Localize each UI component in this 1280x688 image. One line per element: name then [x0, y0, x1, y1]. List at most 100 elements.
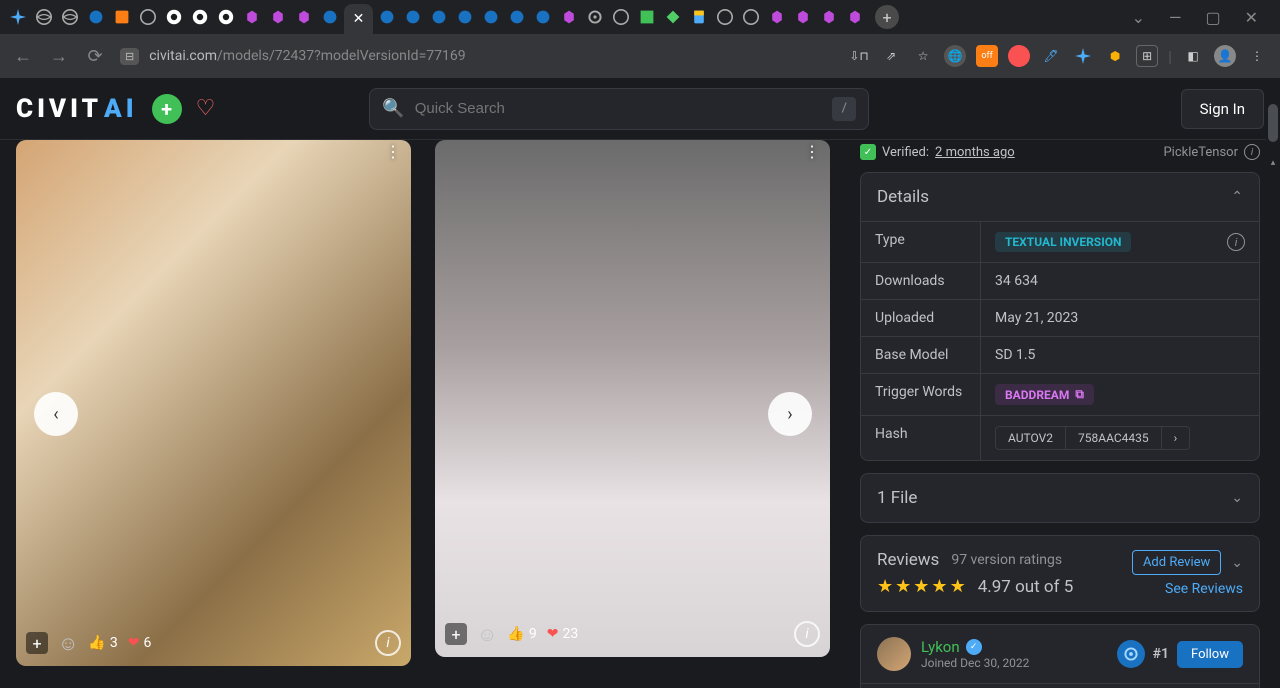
- scrollbar-thumb[interactable]: [1268, 104, 1278, 142]
- info-icon[interactable]: i: [1244, 144, 1260, 160]
- add-review-button[interactable]: Add Review: [1132, 550, 1221, 575]
- tab-favicon[interactable]: [136, 5, 160, 29]
- tab-favicon[interactable]: [479, 5, 503, 29]
- tab-favicon[interactable]: [635, 5, 659, 29]
- smile-icon[interactable]: ☺: [58, 631, 78, 656]
- site-info-icon[interactable]: ⊟: [120, 48, 139, 65]
- add-reaction-button[interactable]: +: [26, 632, 48, 654]
- search-box[interactable]: 🔍 /: [369, 88, 869, 130]
- ext-icon[interactable]: off: [976, 45, 998, 67]
- info-button[interactable]: i: [375, 630, 401, 656]
- chevron-down-icon[interactable]: ⌄: [1231, 555, 1243, 571]
- back-button[interactable]: ←: [12, 46, 34, 67]
- sidepanel-icon[interactable]: ◧: [1182, 45, 1204, 67]
- trigger-word-badge[interactable]: BADDREAM⧉: [995, 384, 1094, 405]
- see-reviews-link[interactable]: See Reviews: [1165, 581, 1243, 597]
- tab-favicon[interactable]: [427, 5, 451, 29]
- tab-favicon[interactable]: [32, 5, 56, 29]
- ext-icon[interactable]: [1072, 45, 1094, 67]
- window-maximize-icon[interactable]: ▢: [1205, 8, 1220, 27]
- tab-favicon[interactable]: [6, 5, 30, 29]
- gallery-card[interactable]: ⋮ + ☺ 👍9 ❤23 i: [435, 140, 830, 657]
- tab-favicon[interactable]: [765, 5, 789, 29]
- ext-icon[interactable]: [1008, 45, 1030, 67]
- extensions-icon[interactable]: ⊞: [1136, 45, 1158, 67]
- add-reaction-button[interactable]: +: [445, 623, 467, 645]
- hash-expand-icon[interactable]: ›: [1162, 427, 1190, 449]
- tab-favicon[interactable]: [453, 5, 477, 29]
- tab-favicon[interactable]: [214, 5, 238, 29]
- tab-favicon[interactable]: [110, 5, 134, 29]
- bookmark-icon[interactable]: ☆: [912, 45, 934, 67]
- tab-favicon[interactable]: [609, 5, 633, 29]
- panel-title: Details: [877, 187, 929, 207]
- tab-search-icon[interactable]: ⌄: [1132, 8, 1145, 27]
- gallery-next-button[interactable]: ›: [768, 392, 812, 436]
- tab-favicon[interactable]: [58, 5, 82, 29]
- window-close-icon[interactable]: ✕: [1245, 8, 1258, 27]
- tab-favicon[interactable]: [557, 5, 581, 29]
- tab-favicon[interactable]: [505, 5, 529, 29]
- heart-count[interactable]: ❤23: [547, 626, 578, 642]
- scroll-up-icon[interactable]: ▴: [1268, 158, 1278, 168]
- files-panel: 1 File ⌄: [860, 473, 1260, 523]
- forward-button[interactable]: →: [48, 46, 70, 67]
- menu-icon[interactable]: ⋮: [1246, 45, 1268, 67]
- tab-favicon[interactable]: [661, 5, 685, 29]
- tab-favicon[interactable]: [791, 5, 815, 29]
- ext-icon[interactable]: 🌐: [944, 45, 966, 67]
- heart-count[interactable]: ❤6: [128, 635, 152, 651]
- gear-badge-icon[interactable]: [1117, 640, 1145, 668]
- tab-favicon[interactable]: [162, 5, 186, 29]
- signin-button[interactable]: Sign In: [1181, 89, 1264, 129]
- tab-favicon[interactable]: [713, 5, 737, 29]
- avatar[interactable]: [877, 637, 911, 671]
- copy-icon[interactable]: ⧉: [1075, 387, 1084, 402]
- tab-favicon[interactable]: [739, 5, 763, 29]
- tab-favicon[interactable]: [240, 5, 264, 29]
- reload-button[interactable]: ⟳: [84, 46, 106, 67]
- install-icon[interactable]: ⇩⊓: [848, 45, 870, 67]
- logo[interactable]: CIVITAI: [16, 94, 138, 124]
- info-button[interactable]: i: [794, 621, 820, 647]
- window-minimize-icon[interactable]: —: [1169, 8, 1182, 27]
- close-tab-icon[interactable]: ✕: [353, 11, 365, 27]
- tab-favicon[interactable]: [687, 5, 711, 29]
- card-menu-icon[interactable]: ⋮: [385, 148, 401, 156]
- tab-favicon[interactable]: [84, 5, 108, 29]
- profile-icon[interactable]: 👤: [1214, 45, 1236, 67]
- tab-favicon[interactable]: [817, 5, 841, 29]
- thumbs-up-count[interactable]: 👍9: [507, 626, 536, 642]
- tab-favicon[interactable]: [292, 5, 316, 29]
- verified-time-link[interactable]: 2 months ago: [935, 145, 1015, 160]
- card-menu-icon[interactable]: ⋮: [804, 148, 820, 156]
- tab-favicon[interactable]: [843, 5, 867, 29]
- tab-favicon[interactable]: [375, 5, 399, 29]
- details-header[interactable]: Details ⌃: [861, 173, 1259, 221]
- url-input[interactable]: ⊟ civitai.com/models/72437?modelVersionI…: [120, 48, 834, 65]
- tab-active[interactable]: ✕: [344, 4, 373, 34]
- search-input[interactable]: [415, 100, 823, 117]
- share-icon[interactable]: ⇗: [880, 45, 902, 67]
- tab-favicon[interactable]: [401, 5, 425, 29]
- thumbs-up-count[interactable]: 👍3: [88, 635, 117, 651]
- smile-icon[interactable]: ☺: [477, 622, 497, 647]
- tab-favicon[interactable]: [531, 5, 555, 29]
- ext-icon[interactable]: 🖊: [1040, 45, 1062, 67]
- scrollbar-track[interactable]: ▴: [1266, 78, 1280, 688]
- create-button[interactable]: +: [152, 94, 182, 124]
- favorites-button[interactable]: ♡: [196, 96, 216, 121]
- tab-favicon[interactable]: [266, 5, 290, 29]
- tab-favicon[interactable]: [318, 5, 342, 29]
- hash-value[interactable]: AUTOV2 758AAC4435 ›: [995, 426, 1190, 450]
- ext-icon[interactable]: ⬢: [1104, 45, 1126, 67]
- follow-button[interactable]: Follow: [1177, 641, 1243, 668]
- url-path: /models/72437?modelVersionId=77169: [217, 48, 466, 64]
- info-icon[interactable]: i: [1227, 233, 1245, 251]
- files-header[interactable]: 1 File ⌄: [861, 474, 1259, 522]
- gallery-prev-button[interactable]: ‹: [34, 392, 78, 436]
- tab-favicon[interactable]: [188, 5, 212, 29]
- tab-favicon[interactable]: [583, 5, 607, 29]
- creator-name-link[interactable]: Lykon✓: [921, 638, 1029, 656]
- new-tab-button[interactable]: +: [875, 5, 899, 29]
